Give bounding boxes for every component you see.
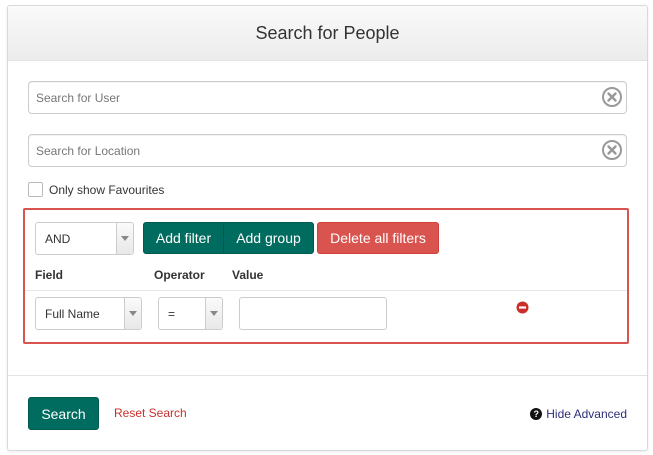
operator-column-header: Operator bbox=[154, 268, 205, 282]
value-column-header: Value bbox=[232, 268, 264, 282]
logic-select[interactable]: AND bbox=[35, 222, 134, 255]
hide-advanced-link[interactable]: ? Hide Advanced bbox=[530, 407, 627, 421]
add-group-button[interactable]: Add group bbox=[223, 222, 314, 254]
caret-down-icon bbox=[121, 236, 129, 241]
search-user-field bbox=[28, 81, 627, 114]
operator-select[interactable]: = bbox=[158, 297, 223, 330]
clear-user-icon[interactable] bbox=[602, 87, 622, 107]
reset-search-link[interactable]: Reset Search bbox=[114, 406, 187, 420]
caret-down-icon bbox=[129, 311, 137, 316]
filter-value-input[interactable] bbox=[239, 297, 387, 330]
caret-down-icon bbox=[210, 311, 218, 316]
search-people-dialog: Search for People Only show Favourites A… bbox=[7, 5, 648, 451]
operator-dropdown-arrow bbox=[205, 298, 222, 329]
search-location-field bbox=[28, 134, 627, 167]
hide-advanced-label: Hide Advanced bbox=[546, 407, 627, 421]
operator-select-value: = bbox=[168, 306, 176, 321]
logic-dropdown-arrow bbox=[116, 223, 133, 254]
field-dropdown-arrow bbox=[124, 298, 141, 329]
favourites-label: Only show Favourites bbox=[49, 182, 165, 197]
remove-filter-icon[interactable] bbox=[516, 301, 529, 314]
footer-divider bbox=[8, 375, 647, 376]
dialog-title: Search for People bbox=[255, 22, 400, 43]
search-location-input[interactable] bbox=[28, 134, 627, 167]
favourites-row: Only show Favourites bbox=[28, 182, 164, 197]
filter-builder: AND Add filter Add group Delete all filt… bbox=[23, 208, 629, 344]
add-filter-button[interactable]: Add filter bbox=[143, 222, 224, 254]
favourites-checkbox[interactable] bbox=[28, 182, 43, 197]
logic-select-value: AND bbox=[45, 231, 71, 246]
search-button[interactable]: Search bbox=[28, 397, 99, 430]
field-select-value: Full Name bbox=[45, 306, 100, 321]
search-user-input[interactable] bbox=[28, 81, 627, 114]
clear-location-icon[interactable] bbox=[602, 140, 622, 160]
question-circle-icon: ? bbox=[530, 408, 543, 420]
dialog-header: Search for People bbox=[8, 6, 647, 61]
filter-row-divider bbox=[25, 290, 627, 291]
field-select[interactable]: Full Name bbox=[35, 297, 142, 330]
field-column-header: Field bbox=[35, 268, 64, 282]
delete-all-filters-button[interactable]: Delete all filters bbox=[317, 222, 439, 254]
